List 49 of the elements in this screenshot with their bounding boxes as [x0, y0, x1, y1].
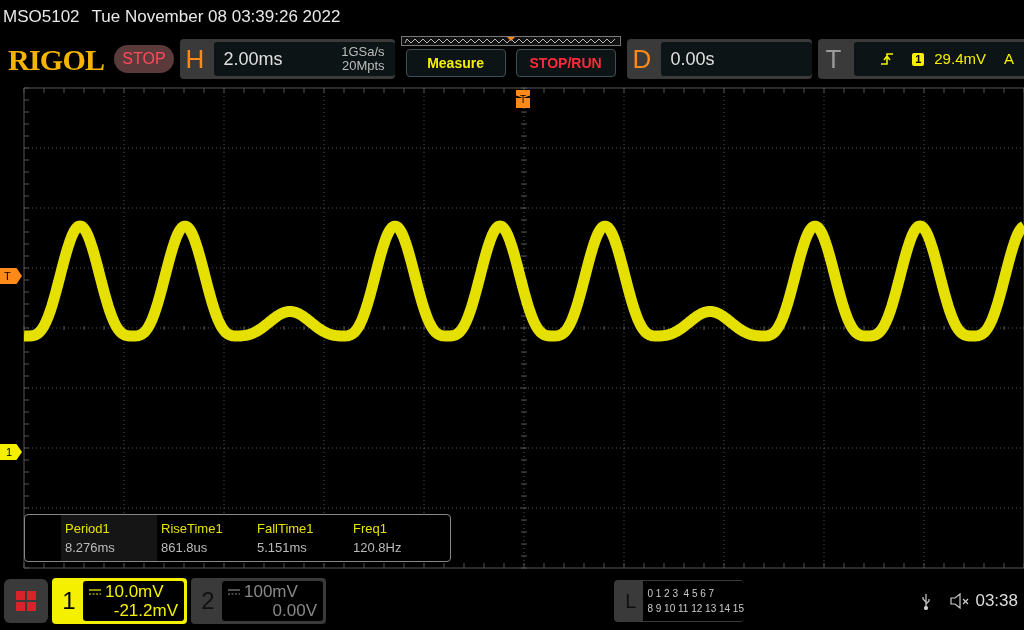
measurement-label: FallTime1	[257, 520, 315, 538]
clock-time: 03:38	[975, 590, 1018, 613]
trigger-position-marker: T	[516, 90, 530, 108]
channel-offset: 0.00V	[272, 601, 317, 620]
stop-run-button[interactable]: STOP/RUN	[515, 49, 616, 77]
dc-coupling-icon	[228, 588, 240, 595]
sample-rate: 1GSa/s	[341, 45, 385, 59]
channel-number: 1	[61, 586, 77, 616]
brand-logo: RIGOL	[8, 41, 105, 78]
trigger-panel[interactable]: T 1 29.4mV A	[817, 39, 1024, 79]
delay-label: D	[632, 42, 653, 76]
measure-button[interactable]: Measure	[405, 49, 506, 77]
digital-channels-row-text: 0 1 2 3 4 5 6 7	[647, 587, 716, 601]
channel-scale: 10.0mV	[105, 582, 164, 601]
digital-channels-row-text: 8 9 10 11 12 13 14 15	[647, 602, 744, 616]
dc-coupling-icon	[89, 588, 101, 595]
rising-edge-icon	[880, 52, 895, 66]
navigation-menu-button[interactable]	[4, 579, 48, 623]
trigger-level-marker: T	[0, 268, 22, 284]
model-name: MSO5102	[3, 6, 80, 29]
measurement-value: 861.8us	[161, 539, 209, 557]
channel-offset-marker: 1	[0, 444, 22, 460]
measurement-value: 120.8Hz	[353, 539, 403, 557]
horizontal-panel[interactable]: H 2.00ms 1GSa/s 20Mpts	[179, 39, 395, 79]
measurement-item[interactable]: Period1 8.276ms	[61, 515, 157, 561]
delay-value: 0.00s	[670, 47, 715, 71]
measurement-label: RiseTime1	[161, 520, 224, 538]
measurement-value: 8.276ms	[65, 539, 116, 557]
channel-offset: -21.2mV	[113, 601, 178, 620]
trigger-mode: A	[1004, 48, 1014, 69]
trigger-label: T	[825, 42, 843, 76]
timebase-value: 2.00ms	[223, 47, 283, 71]
trigger-level: 29.4mV	[934, 48, 986, 69]
measurement-item[interactable]: Freq1 120.8Hz	[349, 515, 445, 561]
channel-panel[interactable]: 1 10.0mV -21.2mV	[52, 578, 187, 624]
memory-depth: 20Mpts	[341, 59, 385, 73]
measurement-label: Freq1	[353, 520, 388, 538]
muted-speaker-icon	[949, 592, 970, 610]
trigger-source-badge: 1	[912, 52, 925, 66]
channel-scale: 100mV	[244, 582, 298, 601]
usb-icon	[921, 592, 932, 610]
date-time: Tue November 08 03:39:26 2022	[91, 6, 341, 29]
measurement-label: Period1	[65, 520, 111, 538]
grid-icon	[15, 590, 37, 612]
measurement-value: 5.151ms	[257, 539, 308, 557]
horizontal-label: H	[185, 42, 206, 76]
measurement-item[interactable]: FallTime1 5.151ms	[253, 515, 349, 561]
measurement-item[interactable]: RiseTime1 861.8us	[157, 515, 253, 561]
delay-panel[interactable]: D 0.00s	[626, 39, 812, 79]
